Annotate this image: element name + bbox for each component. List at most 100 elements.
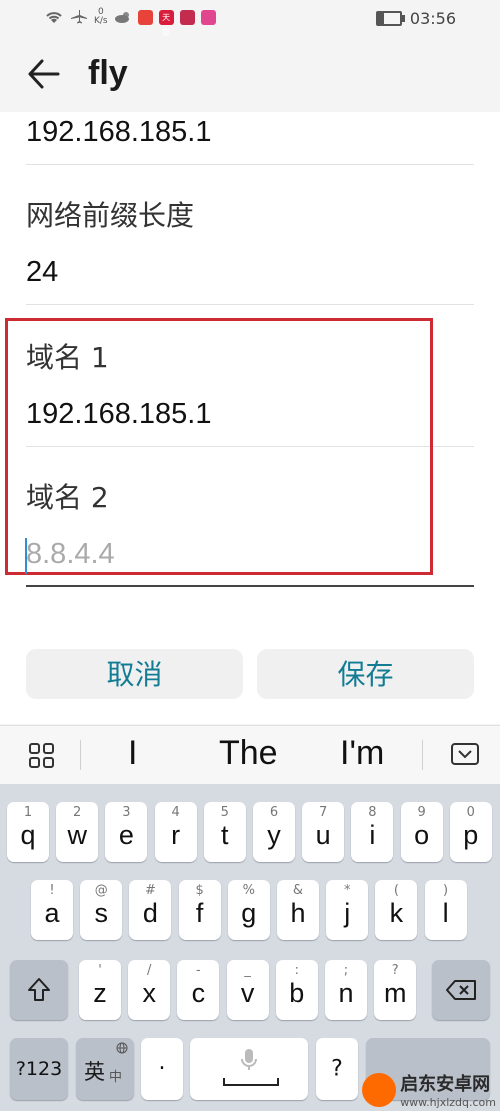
space-bar-glyph [223, 1078, 279, 1086]
grid-menu-icon[interactable] [28, 742, 56, 770]
language-key-sub: 中 [109, 1070, 123, 1085]
key-label: e [118, 820, 134, 850]
suggestion-word[interactable]: I [128, 734, 137, 773]
key-label: f [195, 898, 204, 928]
key-hint: ? [391, 963, 399, 978]
key-s[interactable]: @ s [80, 880, 123, 940]
globe-icon [116, 1042, 128, 1054]
prefix-length-input[interactable]: 24 [26, 256, 58, 289]
key-label: o [414, 820, 430, 850]
key-e[interactable]: 3e [105, 802, 148, 862]
key-label: k [389, 898, 404, 928]
key-m[interactable]: ? m [374, 960, 417, 1020]
key-r[interactable]: 4r [154, 802, 197, 862]
key-label: y [267, 820, 281, 850]
key-hint: : [294, 963, 299, 978]
watermark-text: 启东安卓网 [400, 1074, 491, 1095]
suggestion-word[interactable]: The [219, 734, 278, 773]
arrow-left-icon[interactable] [26, 56, 62, 92]
key-label: c [191, 978, 206, 1008]
key-d[interactable]: # d [129, 880, 172, 940]
key-z[interactable]: ' z [79, 960, 121, 1020]
key-q[interactable]: 1q [7, 802, 49, 862]
key-hint: 3 [122, 805, 131, 820]
status-left: 0 K/s 天猫 [44, 8, 216, 37]
language-key-label: 英 [84, 1060, 105, 1084]
suggestion-word[interactable]: I'm [340, 734, 384, 773]
key-f[interactable]: $ f [178, 880, 221, 940]
shift-key[interactable] [10, 960, 68, 1020]
key-p[interactable]: 0p [449, 802, 492, 862]
key-hint: 6 [269, 805, 279, 820]
language-key[interactable]: 英 中 [76, 1038, 134, 1100]
key-label: b [289, 978, 305, 1008]
key-hint: 4 [171, 805, 180, 820]
key-hint: & [292, 883, 304, 898]
key-hint: / [146, 963, 152, 978]
key-label: i [369, 820, 376, 850]
numbers-key[interactable]: ?123 [10, 1038, 68, 1100]
tmall-icon: 天猫 [158, 9, 174, 37]
key-hint: - [196, 963, 201, 978]
save-button[interactable]: 保存 [257, 649, 474, 699]
key-y[interactable]: 6y [253, 802, 295, 862]
key-label: l [442, 898, 449, 928]
question-key[interactable]: ? [316, 1038, 358, 1100]
key-j[interactable]: * j [326, 880, 369, 940]
key-label: q [20, 820, 36, 850]
dot-key[interactable]: · [141, 1038, 183, 1100]
space-key[interactable] [190, 1038, 308, 1100]
net-speed: 0 K/s [94, 8, 108, 26]
backspace-key[interactable] [432, 960, 490, 1020]
key-l[interactable]: ) l [424, 880, 467, 940]
key-label: j [344, 898, 351, 928]
prefix-length-label: 网络前缀长度 [26, 199, 195, 232]
key-hint: $ [195, 883, 204, 898]
key-label: h [290, 898, 306, 928]
suggestion-divider [422, 740, 423, 770]
gateway-value[interactable]: 192.168.185.1 [26, 116, 211, 149]
key-a[interactable]: ! a [31, 880, 73, 940]
key-label: s [94, 898, 108, 928]
key-hint: 5 [220, 805, 229, 820]
battery-icon [375, 11, 405, 26]
key-hint: * [343, 883, 351, 898]
key-i[interactable]: 8i [351, 802, 394, 862]
wifi-icon [46, 12, 62, 23]
key-b[interactable]: :b [275, 960, 318, 1020]
page-title: fly [88, 54, 128, 92]
key-t[interactable]: 5t [203, 802, 246, 862]
status-right: 03:56 [375, 9, 456, 28]
cancel-button[interactable]: 取消 [26, 649, 243, 699]
app-notification-icon [179, 9, 195, 25]
key-v[interactable]: _ v [226, 960, 269, 1020]
key-o[interactable]: 9o [400, 802, 443, 862]
suggestion-divider [80, 740, 81, 770]
key-x[interactable]: / x [128, 960, 171, 1020]
key-g[interactable]: % g [227, 880, 270, 940]
key-u[interactable]: 7u [302, 802, 345, 862]
key-hint: 9 [417, 805, 426, 820]
key-k[interactable]: (k [375, 880, 418, 940]
weather-icon [114, 12, 129, 23]
key-w[interactable]: 2w [56, 802, 99, 862]
key-label: w [67, 820, 87, 850]
key-hint: _ [244, 963, 251, 978]
key-hint: 0 [466, 805, 475, 820]
key-c[interactable]: -c [177, 960, 220, 1020]
microphone-icon [241, 1049, 257, 1070]
key-n[interactable]: ; n [325, 960, 367, 1020]
collapse-keyboard-icon[interactable] [450, 742, 480, 768]
key-hint: ; [343, 963, 349, 978]
key-label: d [142, 898, 158, 928]
text-cursor [25, 538, 27, 574]
numbers-key-label: ?123 [15, 1058, 63, 1080]
dot-key-label: · [158, 1056, 166, 1082]
divider [26, 304, 474, 305]
keyboard: 1q2w3e4r5t6y7u8i9o0p ! a @ s # d $ f% g & h * j(k) l … [0, 784, 500, 1111]
dns2-input[interactable]: 8.8.4.4 [26, 538, 115, 571]
key-hint: ( [393, 883, 399, 898]
key-hint: 7 [319, 805, 328, 820]
key-h[interactable]: & h [277, 880, 319, 940]
key-hint: 1 [23, 805, 33, 820]
